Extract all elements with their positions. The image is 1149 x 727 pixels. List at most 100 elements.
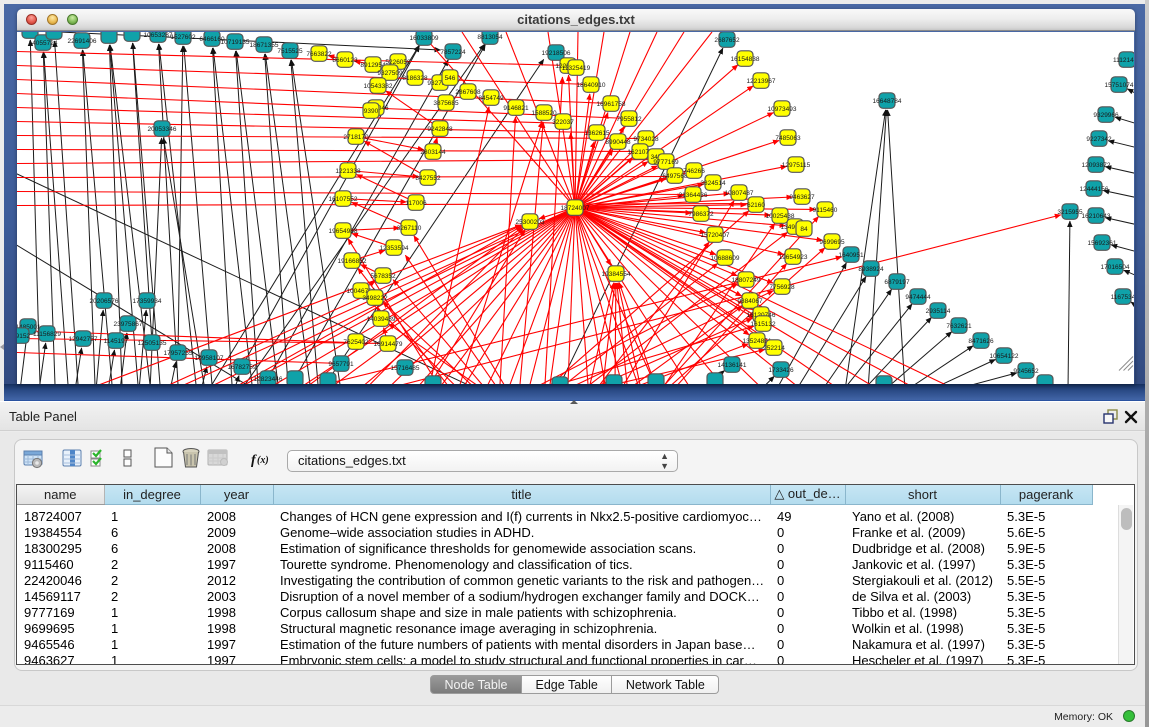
svg-text:12444156: 12444156 xyxy=(1080,186,1109,193)
svg-text:10653287: 10653287 xyxy=(144,32,173,39)
svg-text:9699695: 9699695 xyxy=(819,239,845,246)
svg-text:6879197: 6879197 xyxy=(884,279,910,286)
svg-text:84: 84 xyxy=(800,226,808,233)
svg-text:1362615: 1362615 xyxy=(584,130,610,137)
svg-text:16914479: 16914479 xyxy=(374,341,403,348)
svg-text:322037: 322037 xyxy=(552,119,574,126)
svg-text:7515525: 7515525 xyxy=(277,48,303,55)
svg-text:16782759: 16782759 xyxy=(228,364,257,371)
svg-text:1221338: 1221338 xyxy=(335,168,361,175)
svg-text:9227342: 9227342 xyxy=(1086,136,1112,143)
svg-text:2718170: 2718170 xyxy=(343,134,369,141)
svg-text:12093872: 12093872 xyxy=(1082,162,1111,169)
svg-text:18724007: 18724007 xyxy=(561,205,590,212)
svg-text:7663822: 7663822 xyxy=(306,51,332,58)
svg-text:5678352: 5678352 xyxy=(370,273,396,280)
svg-text:17957255: 17957255 xyxy=(164,350,193,357)
svg-text:1588520: 1588520 xyxy=(531,110,557,117)
svg-text:15751074: 15751074 xyxy=(1105,82,1134,89)
svg-text:9734028: 9734028 xyxy=(633,136,659,143)
svg-text:12353594: 12353594 xyxy=(380,245,409,252)
svg-text:3498222: 3498222 xyxy=(362,295,388,302)
svg-text:7986372: 7986372 xyxy=(688,211,714,218)
svg-text:8454749: 8454749 xyxy=(478,95,504,102)
svg-text:10543382: 10543382 xyxy=(364,83,393,90)
svg-text:3267110: 3267110 xyxy=(397,225,422,232)
svg-text:10807487: 10807487 xyxy=(725,190,754,197)
svg-text:1640951: 1640951 xyxy=(838,252,864,259)
svg-text:19654988: 19654988 xyxy=(329,228,358,235)
svg-text:8813054: 8813054 xyxy=(477,34,503,41)
svg-text:7625402: 7625402 xyxy=(343,339,369,346)
svg-text:2687652: 2687652 xyxy=(714,37,740,44)
svg-text:19218506: 19218506 xyxy=(542,50,571,57)
svg-text:23975867: 23975867 xyxy=(114,321,143,328)
svg-text:8471626: 8471626 xyxy=(968,338,994,345)
svg-text:12213967: 12213967 xyxy=(747,78,776,85)
svg-text:8990448: 8990448 xyxy=(605,139,631,146)
svg-text:11121419: 11121419 xyxy=(1113,57,1134,64)
svg-text:7632621: 7632621 xyxy=(946,323,972,330)
svg-text:1733426: 1733426 xyxy=(768,367,794,374)
svg-text:9242848: 9242848 xyxy=(427,126,453,133)
svg-text:15716485: 15716485 xyxy=(391,365,420,372)
svg-text:62160: 62160 xyxy=(747,202,765,209)
svg-text:8660123: 8660123 xyxy=(332,57,358,64)
svg-text:9327509: 9327509 xyxy=(377,70,403,77)
svg-text:14136141: 14136141 xyxy=(718,362,747,369)
svg-text:17359934: 17359934 xyxy=(133,298,162,305)
svg-text:12942757: 12942757 xyxy=(69,336,98,343)
svg-text:21364436: 21364436 xyxy=(679,192,708,199)
svg-text:9329966: 9329966 xyxy=(1093,112,1119,119)
svg-text:20206576: 20206576 xyxy=(90,298,119,305)
svg-text:39152: 39152 xyxy=(17,333,30,340)
svg-text:9777169: 9777169 xyxy=(653,159,679,166)
svg-text:7955812: 7955812 xyxy=(616,116,642,123)
svg-text:19654923: 19654923 xyxy=(779,254,808,261)
svg-text:15720407: 15720407 xyxy=(701,232,730,239)
svg-text:19384554: 19384554 xyxy=(602,271,631,278)
svg-text:20053346: 20053346 xyxy=(148,126,177,133)
svg-text:14039489: 14039489 xyxy=(367,316,396,323)
svg-text:16961758: 16961758 xyxy=(597,101,626,108)
svg-text:9390: 9390 xyxy=(364,108,379,115)
svg-text:10719135: 10719135 xyxy=(221,39,250,46)
svg-text:252214: 252214 xyxy=(763,345,785,352)
svg-text:18807249: 18807249 xyxy=(732,277,761,284)
svg-text:16154838: 16154838 xyxy=(731,56,760,63)
svg-text:7756928: 7756928 xyxy=(769,284,795,291)
svg-text:10973493: 10973493 xyxy=(768,106,797,113)
svg-text:18640910: 18640910 xyxy=(577,82,606,89)
svg-text:16210643: 16210643 xyxy=(1082,213,1111,220)
svg-text:11325419: 11325419 xyxy=(562,65,591,72)
svg-text:3875685: 3875685 xyxy=(433,100,459,107)
svg-text:11156829: 11156829 xyxy=(33,331,61,338)
svg-text:12505135: 12505135 xyxy=(138,340,167,347)
svg-text:9115460: 9115460 xyxy=(813,207,838,214)
svg-text:9463627: 9463627 xyxy=(789,194,815,201)
svg-text:9245652: 9245652 xyxy=(1013,368,1039,375)
svg-text:8186328: 8186328 xyxy=(402,75,428,82)
svg-text:7857224: 7857224 xyxy=(440,49,466,56)
svg-text:10958107: 10958107 xyxy=(195,355,224,362)
svg-text:12975115: 12975115 xyxy=(782,162,811,169)
svg-text:8938924: 8938924 xyxy=(858,266,884,273)
svg-text:10654122: 10654122 xyxy=(990,353,1019,360)
svg-text:9657791: 9657791 xyxy=(328,361,354,368)
svg-text:8427552: 8427552 xyxy=(415,175,441,182)
svg-text:18671355: 18671355 xyxy=(250,42,279,49)
svg-text:746266: 746266 xyxy=(683,168,705,175)
svg-text:9384067: 9384067 xyxy=(737,298,763,305)
svg-text:22691406: 22691406 xyxy=(68,38,97,45)
svg-text:17016504: 17016504 xyxy=(1101,264,1130,271)
svg-text:546: 546 xyxy=(445,75,456,82)
svg-text:1145197: 1145197 xyxy=(104,338,129,345)
svg-text:9474444: 9474444 xyxy=(905,294,931,301)
svg-text:16648784: 16648784 xyxy=(873,98,902,105)
svg-text:25300203: 25300203 xyxy=(516,219,545,226)
svg-text:(x): (x) xyxy=(257,455,269,466)
svg-text:2803144: 2803144 xyxy=(420,149,446,156)
svg-text:1615132: 1615132 xyxy=(750,321,776,328)
svg-text:7485063: 7485063 xyxy=(775,135,801,142)
svg-text:3824514: 3824514 xyxy=(700,180,726,187)
